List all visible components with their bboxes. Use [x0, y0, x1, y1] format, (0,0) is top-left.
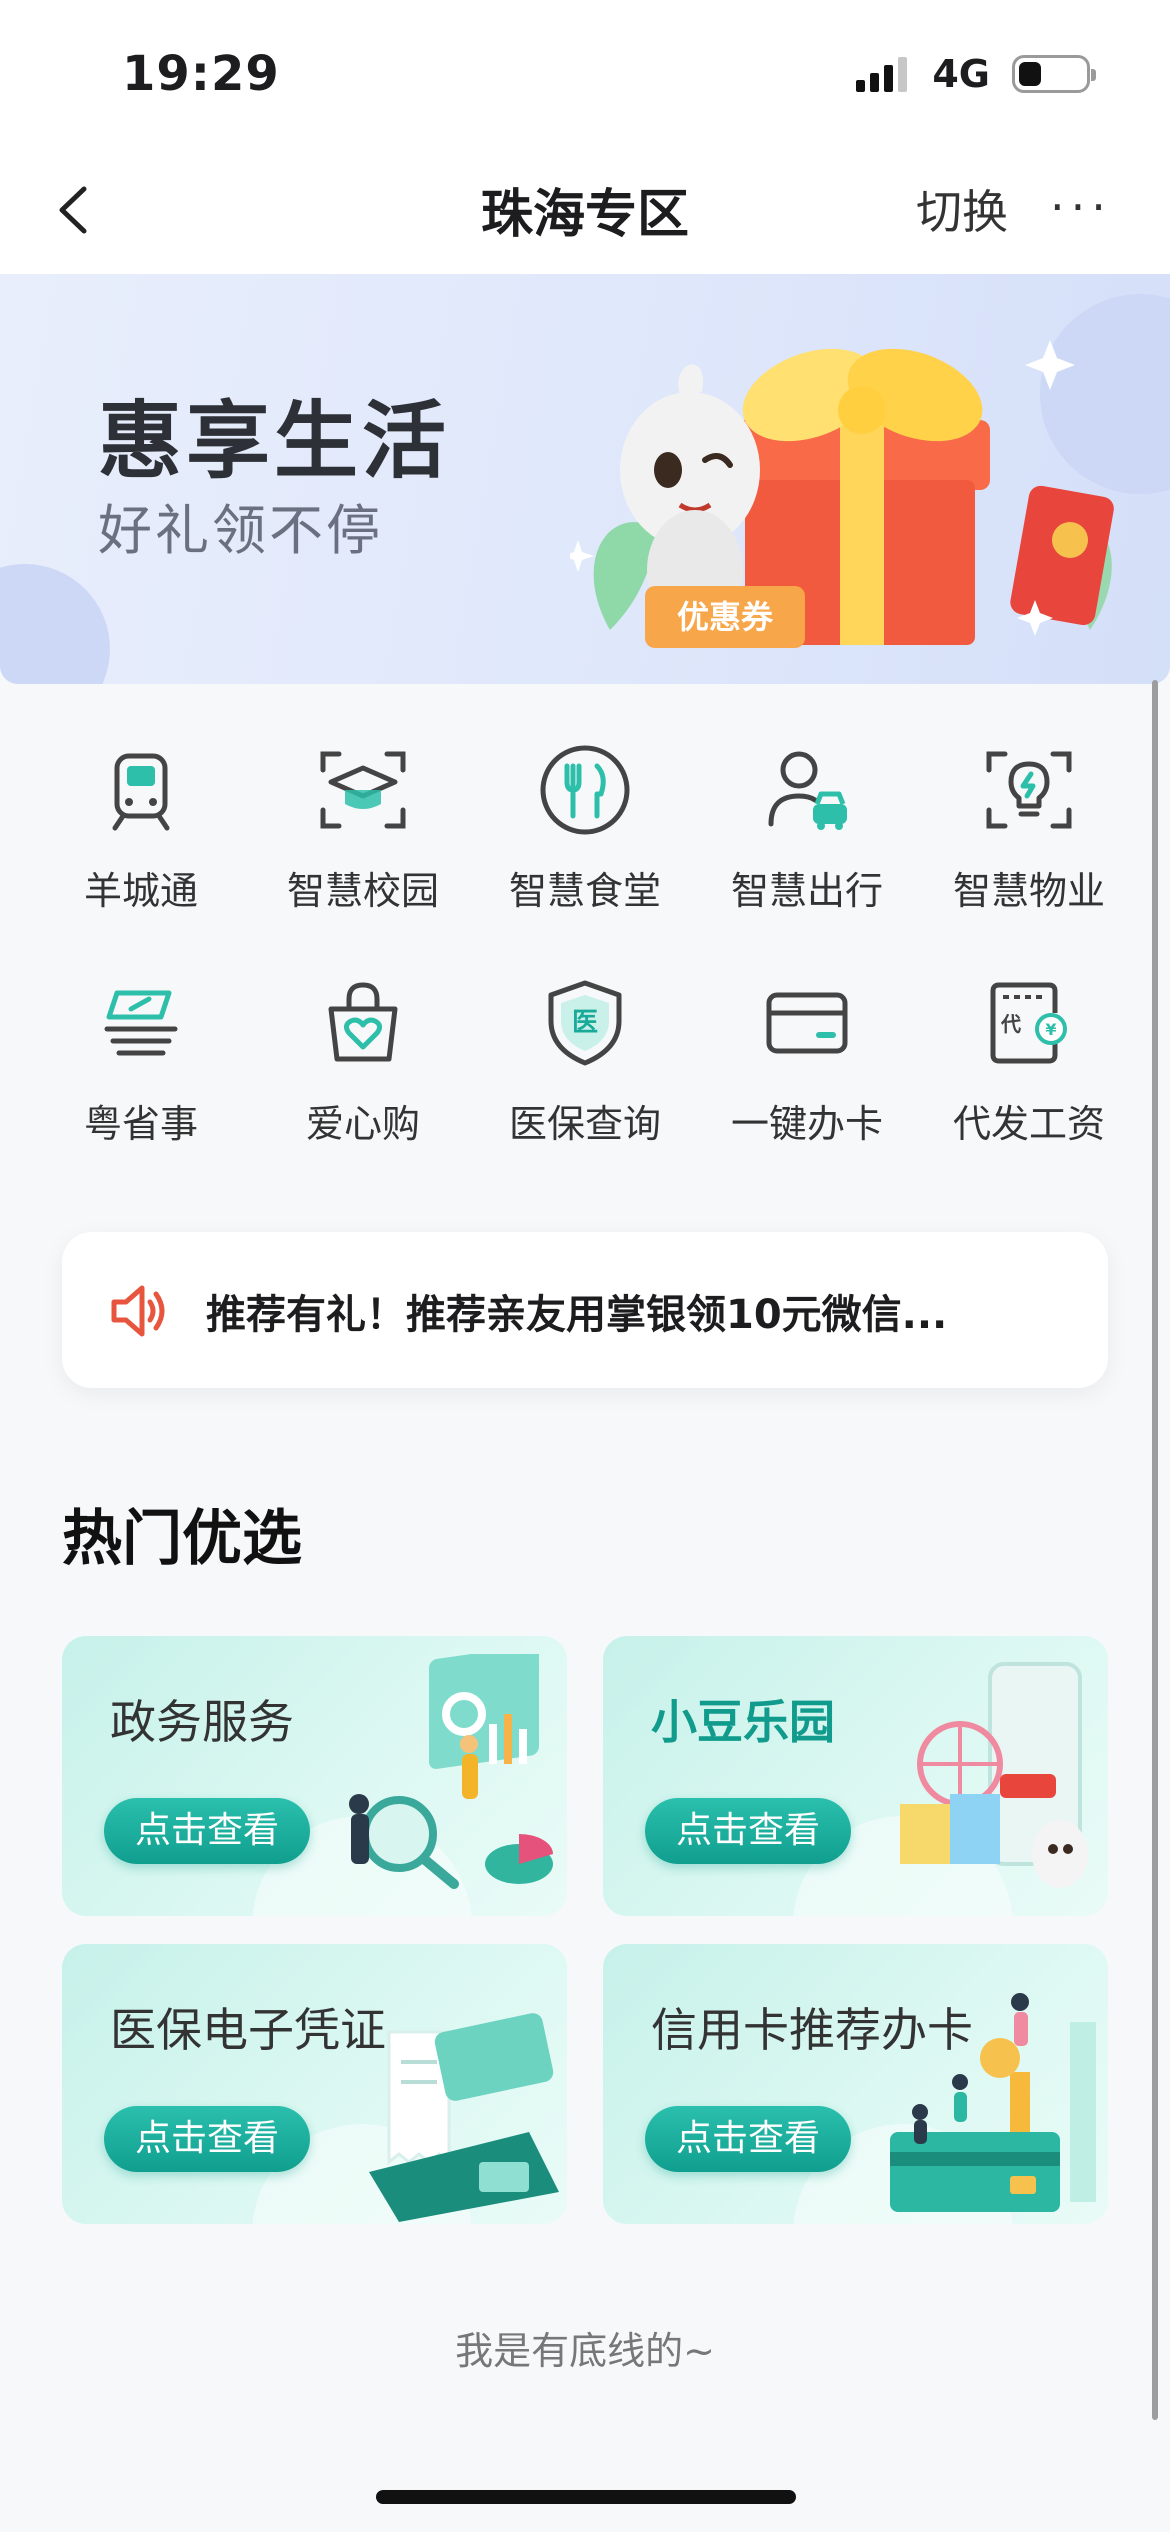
service-label: 一键办卡: [730, 1102, 883, 1146]
svg-text:代: 代: [1000, 1012, 1021, 1036]
banner-title: 惠享生活: [98, 392, 451, 490]
scrollbar[interactable]: [1152, 680, 1158, 2420]
notice-bar[interactable]: 推荐有礼！推荐亲友用掌银领10元微信...: [62, 1232, 1108, 1388]
card-title: 小豆乐园: [651, 1695, 835, 1749]
promo-banner[interactable]: 惠享生活 好礼领不停 优惠券: [0, 274, 1170, 684]
card-medical-e-voucher[interactable]: 医保电子凭证 点击查看: [62, 1944, 567, 2224]
graduation-cap-icon: [320, 751, 406, 829]
service-item-yueshengshi[interactable]: 粤省事: [30, 973, 252, 1148]
service-item-smart-campus[interactable]: 智慧校园: [252, 740, 474, 915]
service-label: 爱心购: [305, 1102, 420, 1146]
card-credit-card-apply[interactable]: 信用卡推荐办卡 点击查看: [603, 1944, 1108, 2224]
card-title: 政务服务: [110, 1695, 294, 1749]
speaker-icon: [111, 1285, 165, 1337]
credit-card-people-icon: [890, 1993, 1096, 2212]
view-button[interactable]: 点击查看: [104, 1798, 310, 1864]
status-icons: 4G: [854, 52, 1096, 96]
notice-text: 推荐有礼！推荐亲友用掌银领10元微信...: [206, 1292, 948, 1338]
phone-mall-icon: [900, 1662, 1088, 1888]
view-button[interactable]: 点击查看: [104, 2106, 310, 2172]
service-label: 医保查询: [508, 1102, 661, 1146]
medical-shield-icon: 医: [548, 980, 622, 1066]
metro-train-icon: [112, 753, 170, 831]
end-of-list-note: 我是有底线的~: [455, 2329, 715, 2373]
signal-icon: [856, 57, 908, 92]
banner-subtitle: 好礼领不停: [98, 499, 383, 562]
service-item-smart-canteen[interactable]: 智慧食堂: [474, 740, 696, 915]
service-item-quick-card[interactable]: 一键办卡: [696, 973, 918, 1148]
svg-text:¥: ¥: [1045, 1020, 1056, 1039]
service-label: 粤省事: [83, 1102, 198, 1146]
service-item-smart-property[interactable]: 智慧物业: [918, 740, 1140, 915]
service-label: 羊城通: [83, 869, 198, 913]
bank-card-icon: [766, 992, 848, 1054]
card-government-services[interactable]: 政务服务 点击查看: [62, 1636, 567, 1916]
service-item-smart-travel[interactable]: 智慧出行: [696, 740, 918, 915]
more-options-button[interactable]: ···: [1050, 180, 1112, 234]
salary-doc-icon: 代 ¥: [990, 982, 1067, 1064]
card-xiaodou-park[interactable]: 小豆乐园 点击查看: [603, 1636, 1108, 1916]
receipt-card-icon: [369, 2013, 559, 2222]
service-item-medical-insurance[interactable]: 医 医保查询: [474, 973, 696, 1148]
magnifier-chart-icon: [349, 1654, 553, 1889]
card-stack-icon: [104, 990, 178, 1056]
hot-cards: 政务服务 点击查看 小豆乐园 点击查看 医保电子凭证 点击查看 信用卡推荐办卡 …: [62, 1636, 1108, 2224]
fork-knife-icon: [540, 745, 630, 835]
switch-button[interactable]: 切换: [916, 176, 1008, 242]
service-item-salary[interactable]: 代 ¥ 代发工资: [918, 973, 1140, 1148]
service-item-love-shopping[interactable]: 爱心购: [252, 973, 474, 1148]
battery-icon: [1012, 55, 1096, 93]
network-label: 4G: [932, 52, 990, 96]
home-indicator[interactable]: [376, 2490, 796, 2504]
status-time: 19:29: [122, 46, 280, 102]
service-label: 智慧食堂: [508, 869, 661, 913]
svg-text:医: 医: [572, 1008, 598, 1038]
view-button[interactable]: 点击查看: [645, 2106, 851, 2172]
service-item-yangchengtong[interactable]: 羊城通: [30, 740, 252, 915]
view-button[interactable]: 点击查看: [645, 1798, 851, 1864]
coupon-tag: 优惠券: [645, 586, 805, 648]
service-label: 智慧物业: [952, 869, 1105, 913]
heart-bag-icon: [328, 982, 398, 1062]
user-car-icon: [768, 751, 847, 830]
service-label: 代发工资: [952, 1102, 1105, 1146]
section-title-hot: 热门优选: [62, 1504, 302, 1574]
service-label: 智慧校园: [286, 869, 439, 913]
status-bar: 19:29 4G: [0, 0, 1170, 150]
nav-bar: 珠海专区 切换 ···: [0, 150, 1170, 275]
bulb-icon: [986, 751, 1072, 829]
service-grid: 羊城通 智慧校园 智慧食堂 智慧出行 智慧物业 粤省事 爱心购 医 医保查询 一…: [30, 740, 1140, 1148]
service-label: 智慧出行: [730, 869, 883, 913]
